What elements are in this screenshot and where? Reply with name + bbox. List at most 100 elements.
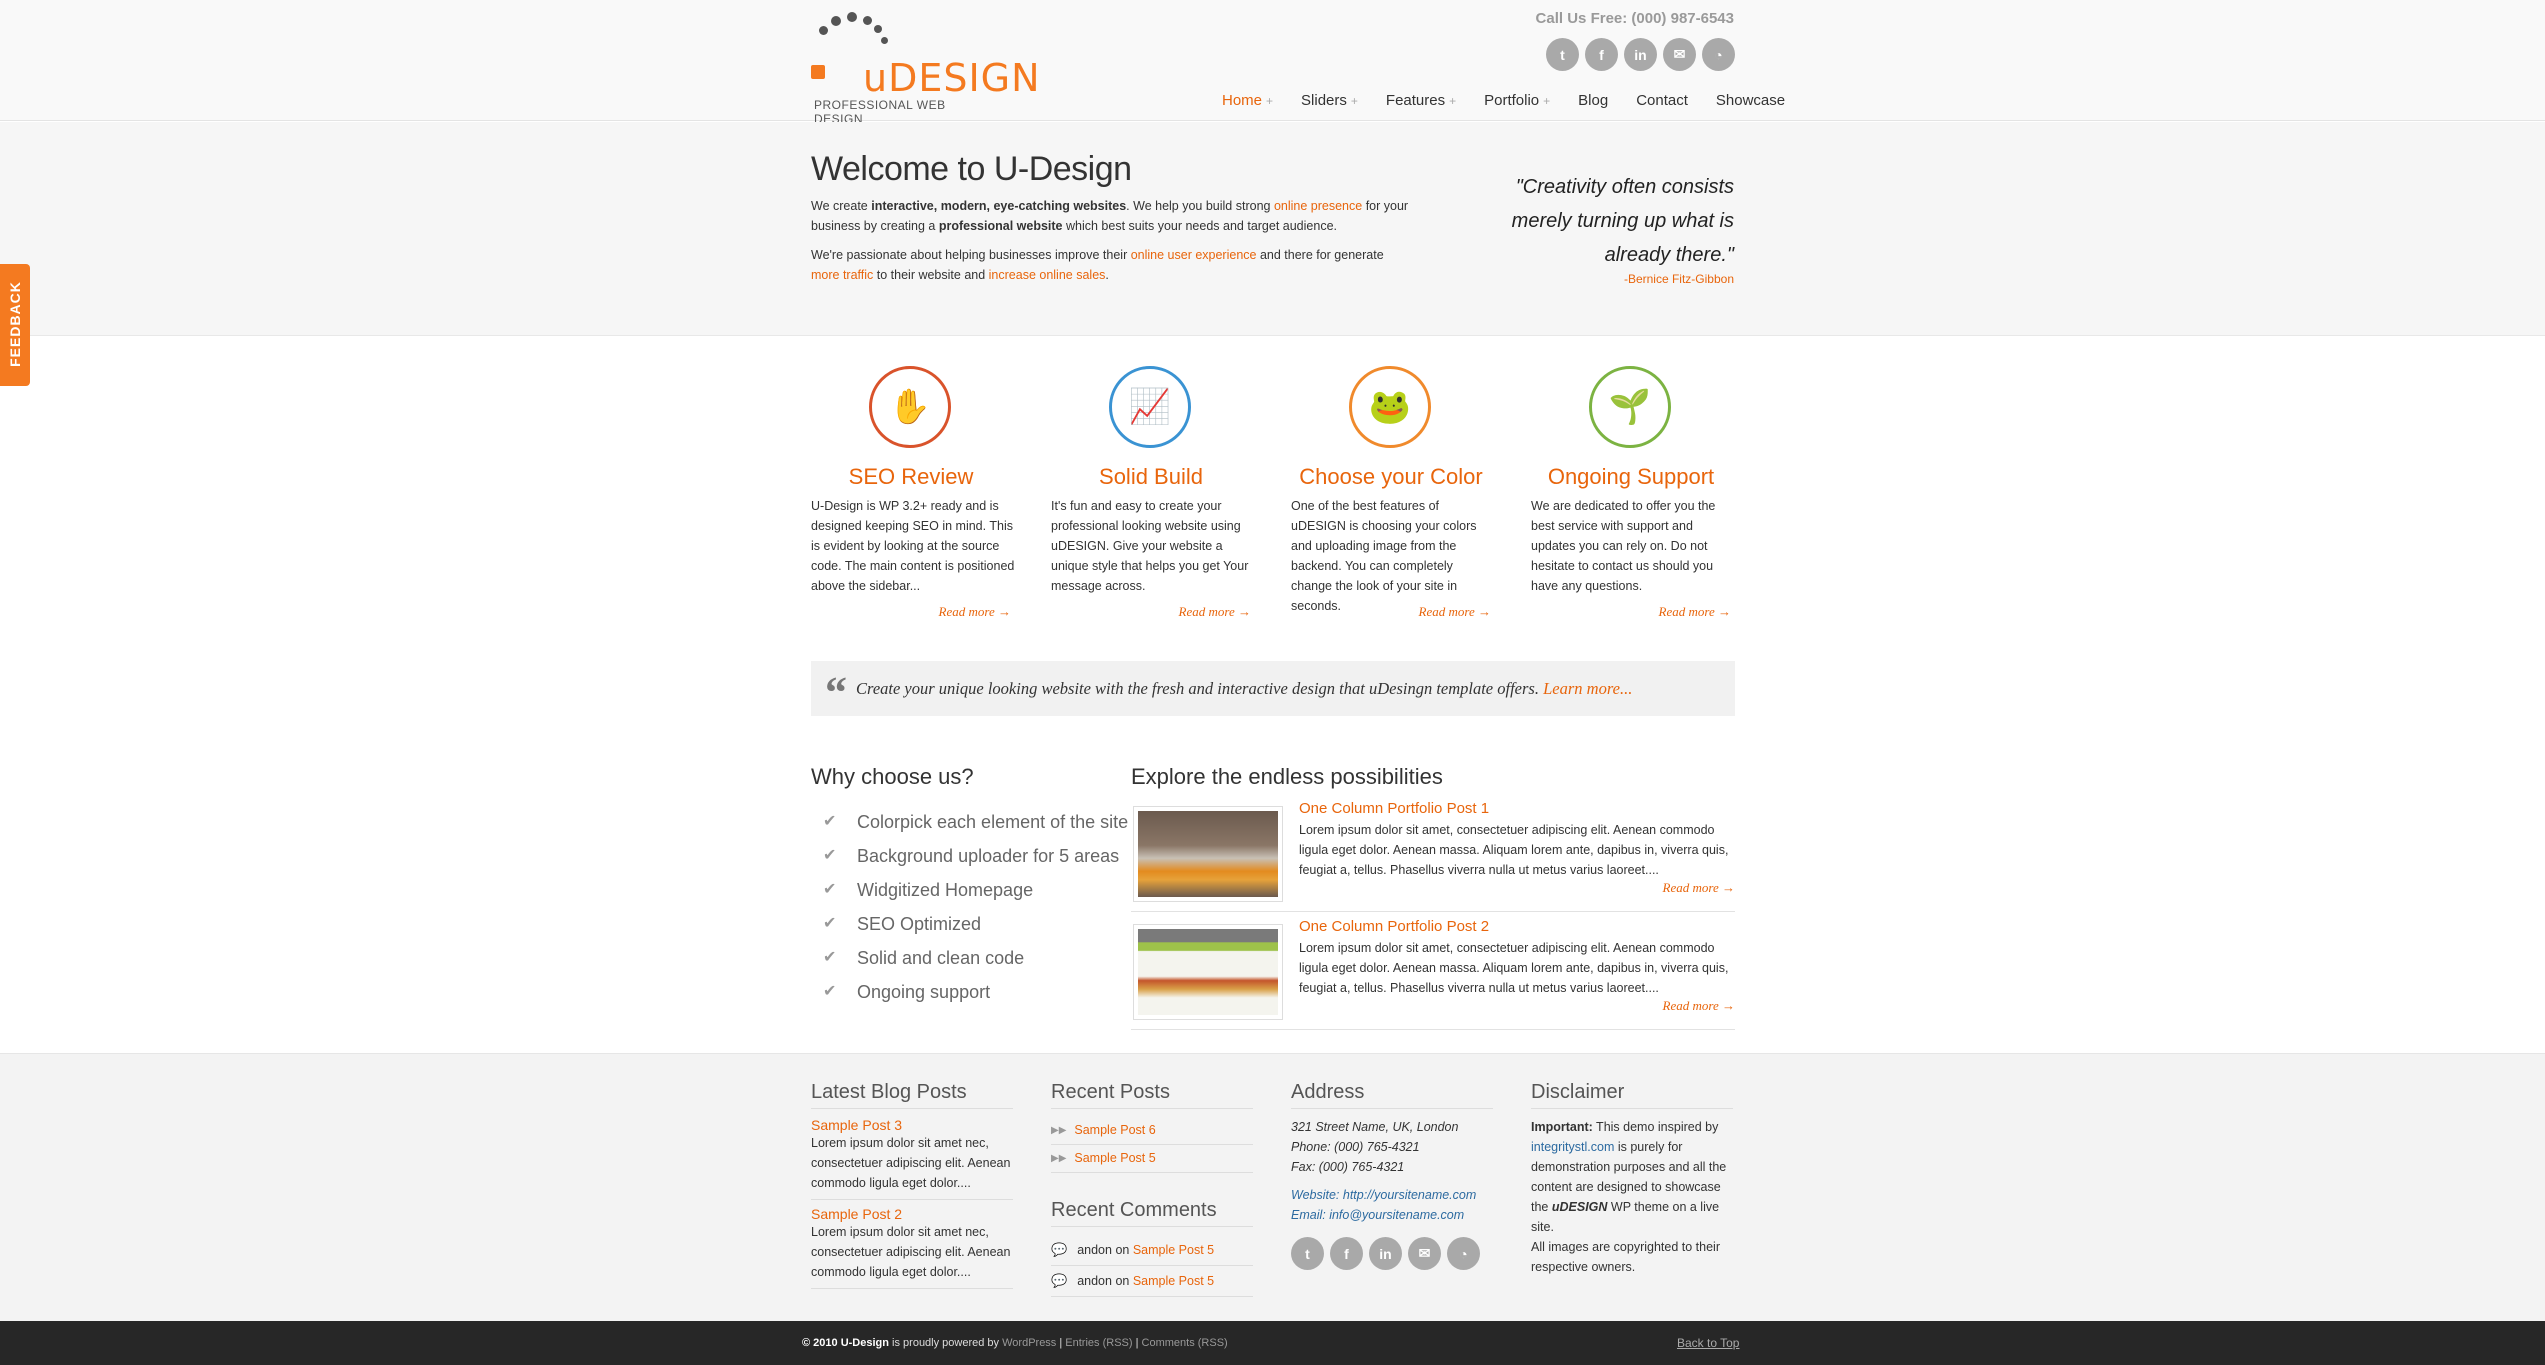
nav-label: Showcase — [1715, 92, 1786, 109]
check-icon: ✔ — [823, 983, 837, 1000]
bottom-widgets-area — [0, 1053, 2545, 1321]
header-social-links: t f in ✉ ◔ — [1546, 38, 1735, 71]
online-sales-link[interactable]: increase online sales — [989, 268, 1106, 282]
welcome-quote: "Creativity often consists merely turnin… — [1511, 176, 1734, 266]
quote-author: -Bernice Fitz-Gibbon — [1623, 272, 1734, 286]
feature-title[interactable]: SEO Review — [811, 464, 1011, 490]
list-item-label: SEO Optimized — [857, 914, 982, 934]
nav-contact[interactable]: Contact — [1636, 92, 1688, 109]
read-more-link[interactable]: Read more → — [1663, 880, 1735, 896]
facebook-icon[interactable]: f — [1585, 38, 1618, 71]
read-more-link[interactable]: Read more → — [1659, 604, 1731, 620]
chart-icon: 📈 — [1109, 366, 1191, 448]
blog-post-link[interactable]: Sample Post 2 — [811, 1206, 1013, 1222]
rss-icon[interactable]: ◔ — [1447, 1237, 1480, 1270]
list-item-label: Solid and clean code — [857, 948, 1025, 968]
footer-credits: © 2010 U-Design is proudly powered by Wo… — [802, 1337, 1228, 1349]
portfolio-thumbnail[interactable] — [1133, 924, 1283, 1020]
plus-icon: + — [1449, 93, 1457, 108]
nav-sliders[interactable]: Sliders + — [1301, 92, 1358, 109]
list-item: ✔ SEO Optimized — [823, 907, 1128, 941]
read-more-link[interactable]: Read more → — [1663, 998, 1735, 1014]
rss-icon[interactable]: ◔ — [1702, 38, 1735, 71]
plus-icon: + — [1266, 93, 1274, 108]
site-logo[interactable]: uDESIGN PROFESSIONAL WEB DESIGN — [811, 10, 1040, 126]
email-link[interactable]: Email: info@yoursitename.com — [1291, 1205, 1493, 1225]
twitter-icon[interactable]: t — [1291, 1237, 1324, 1270]
comment-post-link[interactable]: Sample Post 5 — [1133, 1235, 1214, 1265]
learn-more-link[interactable]: Learn more... — [1543, 679, 1632, 698]
recent-post-item[interactable]: ▶▶ Sample Post 5 — [1051, 1145, 1253, 1173]
room-image — [1138, 811, 1278, 897]
user-experience-link[interactable]: online user experience — [1131, 248, 1257, 262]
feature-text: One of the best features of uDESIGN is c… — [1291, 499, 1477, 613]
integrity-link[interactable]: integritystl.com — [1531, 1140, 1614, 1154]
feedback-tab[interactable]: FEEDBACK — [0, 264, 30, 386]
comment-post-link[interactable]: Sample Post 5 — [1133, 1266, 1214, 1296]
address-fax: Fax: (000) 765-4321 — [1291, 1160, 1405, 1174]
check-icon: ✔ — [823, 915, 837, 932]
plant-icon: 🌱 — [1589, 366, 1671, 448]
feature-title[interactable]: Ongoing Support — [1531, 464, 1731, 490]
nav-portfolio[interactable]: Portfolio + — [1484, 92, 1550, 109]
comment-author: andon — [1077, 1274, 1112, 1288]
list-item-label: Ongoing support — [857, 982, 991, 1002]
logo-dot — [874, 25, 882, 33]
nav-home[interactable]: Home + — [1222, 92, 1273, 109]
wordpress-link[interactable]: WordPress — [1002, 1337, 1056, 1349]
logo-dot — [881, 37, 888, 44]
check-icon: ✔ — [823, 813, 837, 830]
nav-blog[interactable]: Blog — [1578, 92, 1608, 109]
linkedin-icon[interactable]: in — [1624, 38, 1657, 71]
portfolio-thumbnail[interactable] — [1133, 806, 1283, 902]
feature-text: U-Design is WP 3.2+ ready and is designe… — [811, 499, 1015, 593]
disclaimer-text: Important: This demo inspired by integri… — [1531, 1117, 1733, 1277]
nav-label: Portfolio — [1484, 92, 1540, 109]
portfolio-post: One Column Portfolio Post 1 Lorem ipsum … — [1131, 800, 1735, 912]
why-list: ✔ Colorpick each element of the site ✔ Bac… — [823, 805, 1128, 1009]
logo-dot — [831, 16, 841, 26]
call-us-text: Call Us Free: (000) 987-6543 — [1535, 10, 1734, 27]
blog-post-link[interactable]: Sample Post 3 — [811, 1117, 1013, 1133]
email-icon[interactable]: ✉ — [1663, 38, 1696, 71]
widget-title: Disclaimer — [1531, 1081, 1733, 1109]
nav-label: Contact — [1636, 92, 1688, 109]
website-link[interactable]: Website: http://yoursitename.com — [1291, 1185, 1493, 1205]
comments-rss-link[interactable]: Comments (RSS) — [1142, 1337, 1228, 1349]
recent-post-label: Sample Post 5 — [1074, 1151, 1156, 1165]
recent-post-item[interactable]: ▶▶ Sample Post 6 — [1051, 1117, 1253, 1145]
website-screenshot-image — [1138, 929, 1278, 1015]
nav-showcase[interactable]: Showcase — [1716, 92, 1785, 109]
comment-author: andon — [1077, 1243, 1112, 1257]
entries-rss-link[interactable]: Entries (RSS) — [1065, 1337, 1132, 1349]
linkedin-icon[interactable]: in — [1369, 1237, 1402, 1270]
read-more-link[interactable]: Read more → — [1179, 604, 1251, 620]
feature-title[interactable]: Choose your Color — [1291, 464, 1491, 490]
list-item-label: Widgitized Homepage — [857, 880, 1034, 900]
footer-copy: © 2010 — [802, 1337, 841, 1349]
callout-text: Create your unique looking website with … — [856, 679, 1632, 699]
feature-title[interactable]: Solid Build — [1051, 464, 1251, 490]
more-traffic-link[interactable]: more traffic — [811, 268, 873, 282]
portfolio-post-title[interactable]: One Column Portfolio Post 1 — [1299, 800, 1489, 817]
logo-dot — [847, 12, 857, 22]
portfolio-post-title[interactable]: One Column Portfolio Post 2 — [1299, 918, 1489, 935]
recent-post-label: Sample Post 6 — [1074, 1123, 1156, 1137]
footer-powered-text: is proudly powered by — [888, 1337, 1003, 1349]
widget-title: Address — [1291, 1081, 1493, 1109]
read-more-link[interactable]: Read more → — [1419, 604, 1491, 620]
disclaimer-important: Important: — [1531, 1120, 1593, 1134]
facebook-icon[interactable]: f — [1330, 1237, 1363, 1270]
online-presence-link[interactable]: online presence — [1274, 199, 1362, 213]
nav-label: Features — [1385, 92, 1446, 109]
feedback-label: FEEDBACK — [7, 281, 23, 367]
welcome-paragraph: We create interactive, modern, eye-catch… — [811, 199, 1409, 233]
back-to-top-link[interactable]: Back to Top — [1677, 1336, 1739, 1350]
read-more-link[interactable]: Read more → — [939, 604, 1011, 620]
nav-features[interactable]: Features + — [1386, 92, 1456, 109]
list-item: ✔ Widgitized Homepage — [823, 873, 1128, 907]
twitter-icon[interactable]: t — [1546, 38, 1579, 71]
email-icon[interactable]: ✉ — [1408, 1237, 1441, 1270]
comment-on-text: on — [1115, 1274, 1130, 1288]
check-icon: ✔ — [823, 847, 837, 864]
